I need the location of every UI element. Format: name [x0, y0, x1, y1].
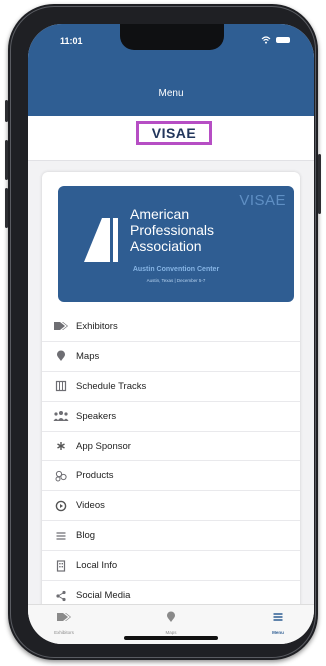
tab-label: Exhibitors — [54, 630, 74, 635]
menu-item-speakers[interactable]: Speakers — [42, 402, 300, 432]
association-logo-icon — [84, 218, 118, 262]
status-icons — [261, 36, 290, 44]
menu-item-local-info[interactable]: Local Info — [42, 551, 300, 582]
visae-logo[interactable]: VISAE — [136, 121, 212, 145]
volume-down-button — [5, 188, 8, 228]
wifi-icon — [261, 36, 271, 44]
banner-org-line1: American — [130, 206, 190, 222]
menu-item-label: App Sponsor — [76, 440, 131, 452]
tab-menu[interactable]: Menu — [248, 610, 308, 635]
banner-org-line3: Association — [130, 238, 202, 254]
home-indicator — [124, 636, 218, 640]
menu-item-label: Blog — [76, 530, 96, 542]
menu-item-label: Videos — [76, 500, 105, 512]
banner-org-line2: Professionals — [130, 222, 215, 238]
menu-card: VISAE American Professionals Association… — [42, 172, 300, 612]
menu-item-videos[interactable]: Videos — [42, 491, 300, 522]
tag-icon — [57, 613, 71, 621]
page-title: Menu — [158, 88, 184, 99]
menu-item-maps[interactable]: Maps — [42, 342, 300, 372]
mute-switch — [5, 100, 8, 122]
app-screen: 11:01 Menu VISAE VISAE American Professi… — [28, 24, 314, 644]
menu-item-label: Social Media — [76, 590, 131, 602]
share-icon — [56, 590, 66, 602]
tag-icon — [54, 322, 68, 331]
event-banner[interactable]: VISAE American Professionals Association… — [58, 186, 294, 302]
phone-frame: 11:01 Menu VISAE VISAE American Professi… — [5, 4, 321, 660]
banner-venue: Austin Convention Center — [132, 266, 220, 273]
menu-list: Exhibitors Maps Schedule Tracks Speakers… — [42, 312, 300, 611]
status-time: 11:01 — [60, 36, 83, 46]
menu-item-label: Products — [76, 470, 114, 482]
volume-up-button — [5, 140, 8, 180]
people-icon — [53, 411, 69, 422]
menu-icon — [273, 613, 283, 621]
power-button — [318, 154, 321, 214]
products-icon — [55, 470, 67, 482]
menu-item-schedule-tracks[interactable]: Schedule Tracks — [42, 372, 300, 402]
battery-icon — [276, 37, 290, 43]
menu-item-label: Local Info — [76, 560, 118, 572]
notch — [120, 24, 224, 50]
map-pin-icon — [167, 611, 175, 622]
banner-brand: VISAE — [239, 192, 286, 209]
menu-item-exhibitors[interactable]: Exhibitors — [42, 312, 300, 342]
tab-maps[interactable]: Maps — [141, 610, 201, 635]
play-icon — [55, 500, 67, 512]
lines-icon — [56, 532, 66, 540]
app-header: 11:01 Menu — [28, 24, 314, 116]
building-icon — [56, 559, 66, 572]
menu-item-blog[interactable]: Blog — [42, 521, 300, 552]
menu-item-label: Schedule Tracks — [76, 380, 147, 392]
asterisk-icon — [57, 442, 65, 450]
banner-location-dates: Austin, Texas | December 5-7 — [146, 278, 206, 283]
menu-item-label: Maps — [76, 350, 100, 362]
tab-label: Menu — [272, 630, 284, 635]
tab-label: Maps — [165, 630, 177, 635]
menu-item-app-sponsor[interactable]: App Sponsor — [42, 432, 300, 462]
tab-exhibitors[interactable]: Exhibitors — [34, 610, 94, 635]
calendar-icon — [55, 381, 67, 392]
menu-item-products[interactable]: Products — [42, 461, 300, 492]
menu-item-label: Exhibitors — [76, 320, 118, 332]
map-pin-icon — [57, 350, 65, 362]
logo-bar: VISAE — [28, 116, 314, 161]
menu-item-label: Speakers — [76, 410, 117, 422]
